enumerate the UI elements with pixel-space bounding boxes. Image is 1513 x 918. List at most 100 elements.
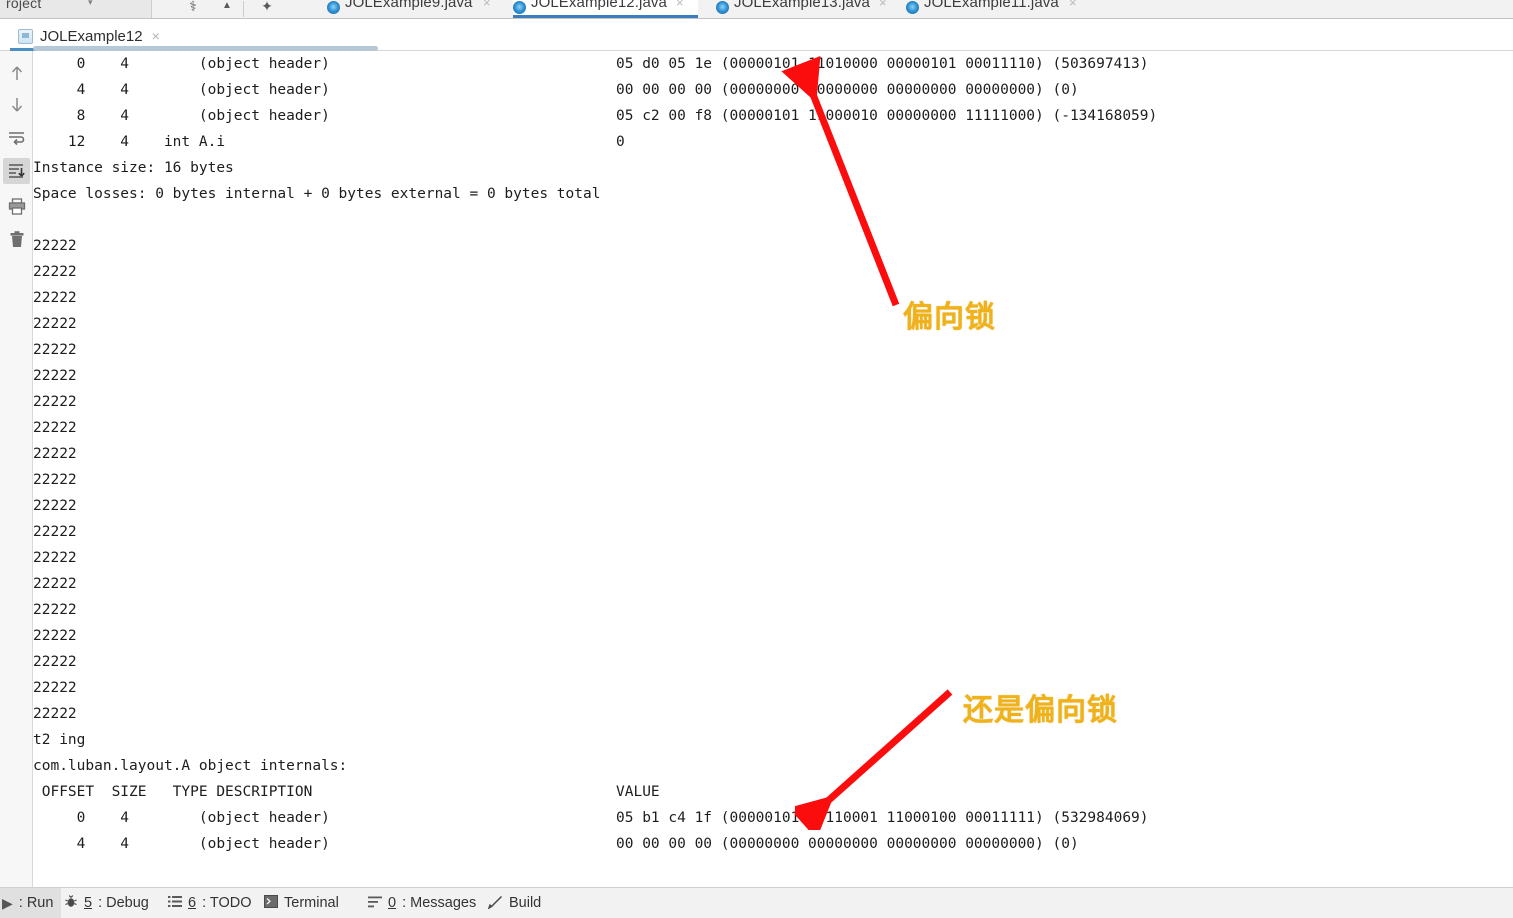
editor-tab-jolexample12[interactable]: JOLExample12.java × <box>513 0 698 18</box>
clear-all-button[interactable] <box>3 226 30 252</box>
console-line-value: 00 00 00 00 (00000000 00000000 00000000 … <box>616 82 1079 98</box>
anchor-icon[interactable]: ⚕ <box>182 0 204 16</box>
console-line: 22222 <box>33 337 77 363</box>
scroll-up-button[interactable] <box>3 60 30 86</box>
ide-window: roject ▾ ⚕ ▲ ✦ JOLExample9.java × JOLExa… <box>0 0 1513 918</box>
console-line-text: 22222 <box>33 368 77 384</box>
console-line-text: 22222 <box>33 472 77 488</box>
java-file-icon <box>906 1 919 14</box>
console-line: 22222 <box>33 597 77 623</box>
editor-tab-label: JOLExample12.java <box>531 0 667 11</box>
scroll-to-end-button[interactable] <box>3 158 30 184</box>
editor-tab-strip: roject ▾ ⚕ ▲ ✦ JOLExample9.java × JOLExa… <box>0 0 1513 19</box>
pin-icon[interactable]: ✦ <box>256 0 278 16</box>
scroll-to-end-icon <box>8 163 26 179</box>
run-console-output[interactable]: 0 4 (object header) 05 d0 05 1e (00000101… <box>33 51 1513 887</box>
project-tool-label: roject <box>6 0 42 11</box>
build-hammer-icon <box>487 895 503 912</box>
editor-tab-jolexample11[interactable]: JOLExample11.java × <box>906 0 1091 18</box>
soft-wrap-icon <box>8 130 26 146</box>
console-line: 22222 <box>33 259 77 285</box>
bottom-tab-label: : Messages <box>402 895 477 911</box>
console-line: 22222 <box>33 493 77 519</box>
terminal-icon <box>264 895 278 911</box>
console-icon <box>18 28 33 44</box>
soft-wrap-button[interactable] <box>3 125 30 151</box>
bottom-tab-todo[interactable]: 6 : TODO <box>160 888 260 918</box>
console-line: 22222 <box>33 571 77 597</box>
console-line: OFFSET SIZE TYPE DESCRIPTION VALUE <box>33 779 660 805</box>
close-icon[interactable]: × <box>879 0 887 10</box>
console-line-text: 22222 <box>33 264 77 280</box>
close-icon[interactable]: × <box>483 0 491 10</box>
bottom-tool-window-bar: ▶ : Run 5: Debug 6 : TODO Terminal 0: Me… <box>0 887 1513 918</box>
java-file-icon <box>513 1 526 14</box>
console-line-value: 05 d0 05 1e (00000101 11010000 00000101 … <box>616 56 1149 72</box>
console-line-text: 12 4 int A.i <box>33 134 226 150</box>
editor-tab-label: JOLExample9.java <box>345 0 473 11</box>
close-icon[interactable]: × <box>152 28 160 44</box>
editor-tab-jolexample9[interactable]: JOLExample9.java × <box>327 0 505 18</box>
console-line: 22222 <box>33 285 77 311</box>
console-line: 22222 <box>33 311 77 337</box>
annotation-label-still-biased-lock: 还是偏向锁 <box>963 693 1118 728</box>
bottom-tab-terminal[interactable]: Terminal <box>256 888 347 918</box>
console-line-text: OFFSET SIZE TYPE DESCRIPTION <box>33 784 313 800</box>
console-line-text: 4 4 (object header) <box>33 836 330 852</box>
editor-tab-jolexample13[interactable]: JOLExample13.java × <box>716 0 901 18</box>
console-line-text: 22222 <box>33 654 77 670</box>
console-line-text: 22222 <box>33 446 77 462</box>
run-tab-label: JOLExample12 <box>40 27 143 45</box>
console-line-text: t2 ing <box>33 732 86 748</box>
console-line-text: 22222 <box>33 316 77 332</box>
project-tool-window-header[interactable]: roject ▾ <box>0 0 152 18</box>
console-line-text: 8 4 (object header) <box>33 108 330 124</box>
console-line-text: Instance size: 16 bytes <box>33 160 234 176</box>
bottom-tab-build[interactable]: Build <box>480 888 549 918</box>
console-line: 22222 <box>33 441 77 467</box>
annotation-label-biased-lock: 偏向锁 <box>903 300 996 335</box>
console-line-text: 0 4 (object header) <box>33 810 330 826</box>
console-line: 22222 <box>33 701 77 727</box>
console-line-value: 0 <box>616 134 625 150</box>
console-line: 0 4 (object header) 05 d0 05 1e (00000101… <box>33 51 1149 77</box>
bottom-tab-mnemonic: 5 <box>84 895 93 911</box>
bottom-tab-mnemonic: 0 <box>388 895 397 911</box>
scroll-down-button[interactable] <box>3 91 30 117</box>
bottom-tab-label: : TODO <box>202 895 252 911</box>
console-line: 22222 <box>33 675 77 701</box>
console-line-text: 22222 <box>33 576 77 592</box>
print-button[interactable] <box>3 193 30 219</box>
console-line-text: 22222 <box>33 524 77 540</box>
bottom-tab-mnemonic: 6 <box>188 895 197 911</box>
editor-tab-label: JOLExample11.java <box>924 0 1059 11</box>
console-line: 22222 <box>33 415 77 441</box>
console-line-text: Space losses: 0 bytes internal + 0 bytes… <box>33 186 601 202</box>
console-line: 12 4 int A.i 0 <box>33 129 625 155</box>
console-line: 4 4 (object header) 00 00 00 00 (00000000… <box>33 831 1079 857</box>
console-line-text: 22222 <box>33 550 77 566</box>
console-line-text: 22222 <box>33 628 77 644</box>
java-file-icon <box>327 1 340 14</box>
console-line-text: 22222 <box>33 238 77 254</box>
console-line-text: 22222 <box>33 290 77 306</box>
bottom-tab-debug[interactable]: 5: Debug <box>56 888 157 918</box>
collapse-up-icon[interactable]: ▲ <box>216 0 238 16</box>
messages-icon <box>368 895 382 911</box>
console-line-text: 4 4 (object header) <box>33 82 330 98</box>
run-console-toolbar <box>0 51 33 887</box>
console-line-text: 22222 <box>33 394 77 410</box>
console-line: Instance size: 16 bytes <box>33 155 234 181</box>
chevron-down-icon[interactable]: ▾ <box>88 0 93 8</box>
console-line: 4 4 (object header) 00 00 00 00 (00000000… <box>33 77 1079 103</box>
console-line-text: 22222 <box>33 498 77 514</box>
console-line: 0 4 (object header) 05 b1 c4 1f (00000101… <box>33 805 1149 831</box>
console-line: 22222 <box>33 389 77 415</box>
bottom-tab-messages[interactable]: 0 : Messages <box>360 888 484 918</box>
bottom-tab-run[interactable]: ▶ : Run <box>0 888 62 918</box>
close-icon[interactable]: × <box>676 0 684 10</box>
console-line-text: 0 4 (object header) <box>33 56 330 72</box>
bottom-tab-label: Build <box>509 895 542 911</box>
console-line-text: 22222 <box>33 680 77 696</box>
close-icon[interactable]: × <box>1069 0 1077 10</box>
